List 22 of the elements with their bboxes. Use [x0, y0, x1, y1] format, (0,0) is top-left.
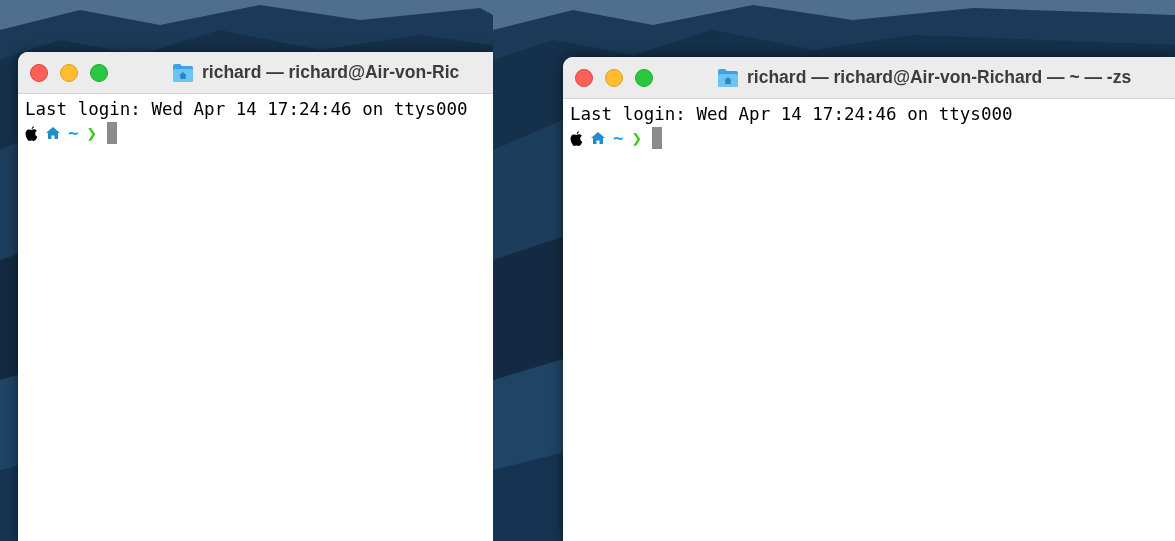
minimize-button[interactable]: [605, 68, 623, 87]
zoom-button[interactable]: [635, 68, 653, 87]
apple-icon: [570, 130, 583, 146]
close-button[interactable]: [30, 63, 48, 82]
minimize-button[interactable]: [60, 63, 78, 82]
home-folder-icon: [717, 67, 739, 88]
apple-icon: [25, 125, 38, 141]
window-title: richard — richard@Air-von-Ric: [202, 61, 460, 85]
prompt-path: ~: [68, 122, 79, 145]
prompt-path: ~: [613, 127, 624, 150]
close-button[interactable]: [575, 68, 593, 87]
text-cursor: [107, 122, 118, 144]
text-cursor: [652, 127, 663, 149]
home-icon: [46, 127, 60, 139]
home-folder-icon: [172, 62, 194, 83]
terminal-line: Last login: Wed Apr 14 17:24:46 on ttys000: [25, 98, 468, 121]
prompt-arrow: ❯: [631, 127, 643, 150]
prompt-arrow: ❯: [86, 122, 98, 145]
terminal-line: Last login: Wed Apr 14 17:24:46 on ttys000: [570, 103, 1013, 126]
window-title: richard — richard@Air-von-Richard — ~ — -zs: [747, 66, 1132, 90]
home-icon: [591, 132, 605, 144]
zoom-button[interactable]: [90, 63, 108, 82]
